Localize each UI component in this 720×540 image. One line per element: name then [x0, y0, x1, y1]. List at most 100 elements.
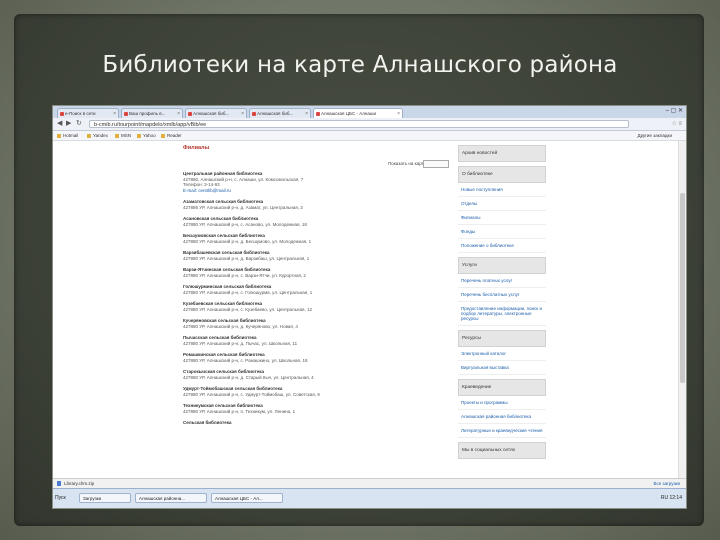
tab-3[interactable]: Алнашская биб... ×: [185, 108, 247, 118]
map-label: Показать на карте: [388, 161, 427, 166]
tab-label: e-Поиск в сети: [65, 111, 96, 116]
library-entry: Центральная районная библиотека 427880, …: [183, 171, 453, 193]
slide-title: Библиотеки на карте Алнашского района: [102, 52, 618, 78]
browser-window: e-Поиск в сети × Ваш профиль в... × Алнашс…: [52, 105, 687, 509]
bookmark-item[interactable]: Yandex: [87, 132, 108, 139]
library-entry: Асановская сельская библиотека 427880 УР,…: [183, 216, 453, 227]
library-entry: Варзи-Ятчинская сельская библиотека 42788…: [183, 267, 453, 278]
bookmark-item[interactable]: MSN: [115, 132, 131, 139]
sidebar-link[interactable]: Виртуальная выставка: [458, 361, 546, 375]
library-address: 427880 УР, Алнашский р-н, с. Удмурт-Тойм…: [183, 391, 320, 397]
map-select[interactable]: [423, 160, 449, 168]
tab-2[interactable]: Ваш профиль в... ×: [121, 108, 183, 118]
sidebar-link[interactable]: Литературные и краеведческие чтения: [458, 424, 546, 438]
library-entry: Сельская библиотека: [183, 420, 453, 426]
sidebar-heading: Ресурсы: [458, 330, 546, 347]
library-entry: Бесшумовская сельская библиотека 427880 У…: [183, 233, 453, 244]
sidebar-link[interactable]: Филиалы: [458, 211, 546, 225]
close-icon[interactable]: ×: [397, 109, 400, 118]
sidebar-block-local-history: Краеведение Проекты и программы Алнашска…: [458, 379, 546, 438]
sidebar-block-news: Архив новостей: [458, 145, 546, 162]
sidebar-link[interactable]: Перечень бесплатных услуг: [458, 288, 546, 302]
sidebar-link[interactable]: Предоставление информации, поиск и подбо…: [458, 302, 546, 326]
taskbar-item[interactable]: Алнашская ЦБС - Ал...: [211, 493, 283, 503]
address-bar[interactable]: b-cmib.ru/tourpoint/mapdelo/xmlb/app/vBi…: [89, 120, 629, 128]
sidebar-block-resources: Ресурсы Электронный каталог Виртуальная …: [458, 330, 546, 375]
bookmark-item[interactable]: Hotmail: [57, 132, 78, 139]
bookmark-item[interactable]: Yahoo: [137, 132, 156, 139]
sidebar-link[interactable]: Алнашская районная библиотека: [458, 410, 546, 424]
library-address: 427880 УР, Алнашский р-н, д. Бесшумово, …: [183, 238, 312, 244]
tab-5-active[interactable]: Алнашская ЦБС - Алнаши ×: [313, 108, 403, 118]
sidebar: Архив новостей О библиотеке Новые поступ…: [458, 145, 546, 463]
library-address: 427880 УР, Алнашский р-н, с. Варзи-Ятчи,…: [183, 272, 306, 278]
taskbar-item[interactable]: Алнашская районна...: [135, 493, 207, 503]
sidebar-link[interactable]: Перечень платных услуг: [458, 274, 546, 288]
library-entry: Техникумская сельская библиотека 427880 У…: [183, 403, 453, 414]
start-button[interactable]: Пуск: [55, 493, 66, 503]
system-tray: RU 12:14: [660, 495, 682, 501]
library-address: 427880 УР, Алнашский р-н, д. Кучеряново,…: [183, 323, 298, 329]
favicon-icon: [124, 112, 128, 116]
sidebar-link[interactable]: Фонды: [458, 225, 546, 239]
sidebar-link[interactable]: Новые поступления: [458, 183, 546, 197]
close-icon[interactable]: ×: [241, 109, 244, 118]
tab-label: Ваш профиль в...: [129, 111, 166, 116]
library-address: 427880 УР, Алнашский р-н, д. Варзибаш, у…: [183, 255, 310, 261]
bookmark-item[interactable]: Reader: [161, 132, 182, 139]
tab-1[interactable]: e-Поиск в сети ×: [57, 108, 119, 118]
library-email[interactable]: E-mail: centrlib@mail.ru: [183, 188, 453, 194]
sidebar-block-services: Услуги Перечень платных услуг Перечень б…: [458, 257, 546, 326]
tab-label: Алнашская биб...: [193, 111, 230, 116]
download-item[interactable]: Library.chm.zip: [57, 480, 94, 487]
all-downloads-link[interactable]: Все загрузки: [654, 480, 680, 487]
sidebar-heading: Краеведение: [458, 379, 546, 396]
favicon-icon: [252, 112, 256, 116]
taskbar-item[interactable]: Загрузки: [79, 493, 131, 503]
library-address: 427880 УР, Алнашский р-н, с. Ромашкино, …: [183, 357, 308, 363]
sidebar-heading: Услуги: [458, 257, 546, 274]
favicon-icon: [316, 112, 320, 116]
close-icon[interactable]: ×: [113, 109, 116, 118]
page-content: Филиалы Показать на карте Центральная ра…: [53, 141, 679, 478]
sidebar-heading: Мы в социальных сетях: [458, 442, 546, 459]
other-bookmarks[interactable]: Другие закладки: [638, 132, 672, 139]
nav-bar: ◀ ▶ ↻ b-cmib.ru/tourpoint/mapdelo/xmlb/a…: [53, 118, 686, 131]
library-address: 427880 УР, Алнашский р-н, с. Голюшурма, …: [183, 289, 313, 295]
sidebar-link[interactable]: Положение о библиотеке: [458, 239, 546, 253]
library-name[interactable]: Сельская библиотека: [183, 420, 453, 426]
sidebar-block-social: Мы в социальных сетях: [458, 442, 546, 459]
close-icon[interactable]: ×: [177, 109, 180, 118]
forward-icon[interactable]: ▶: [66, 120, 71, 128]
library-address: 427880 УР, Алнашский р-н, с. Асаново, ул…: [183, 221, 307, 227]
window-controls[interactable]: ‒ ▢ ✕: [666, 107, 683, 114]
library-entry: Варзибашевская сельская библиотека 427880…: [183, 250, 453, 261]
library-entry: Кучеряновская сельская библиотека 427880 …: [183, 318, 453, 329]
favicon-icon: [188, 112, 192, 116]
map-control: Показать на карте: [183, 160, 453, 171]
scrollbar-thumb[interactable]: [680, 193, 685, 383]
sidebar-block-about: О библиотеке Новые поступления Отделы Фи…: [458, 166, 546, 253]
favicon-icon: [60, 112, 64, 116]
sidebar-link[interactable]: Отделы: [458, 197, 546, 211]
sidebar-link[interactable]: Электронный каталог: [458, 347, 546, 361]
library-address: 427880 УР, Алнашский р-н, с. Кузебаево, …: [183, 306, 312, 312]
back-icon[interactable]: ◀: [57, 120, 62, 128]
tab-4[interactable]: Алнашская биб... ×: [249, 108, 311, 118]
menu-icon[interactable]: ☆ ≡: [671, 120, 682, 127]
library-entry: Ромашкинская сельская библиотека 427880 У…: [183, 352, 453, 363]
taskbar: Пуск Загрузки Алнашская районна... Алнаш…: [53, 488, 686, 508]
library-address: 427880 УР, Алнашский р-н, п. Техникум, у…: [183, 408, 296, 414]
library-entry: Голюшурминская сельская библиотека 427880…: [183, 284, 453, 295]
tab-label: Алнашская ЦБС - Алнаши: [321, 111, 376, 116]
library-address: 427880 УР, Алнашский р-н, д. Старый Кыч,…: [183, 374, 314, 380]
reload-icon[interactable]: ↻: [76, 120, 82, 128]
tab-label: Алнашская биб...: [257, 111, 294, 116]
sidebar-heading[interactable]: Архив новостей: [458, 145, 546, 162]
bookmarks-bar: Hotmail Yandex MSN Yahoo Reader Другие з…: [53, 131, 686, 141]
vertical-scrollbar[interactable]: [678, 141, 686, 478]
library-entry: Азаматовская сельская библиотека 427886 У…: [183, 199, 453, 210]
download-bar: Library.chm.zip Все загрузки: [53, 478, 686, 488]
close-icon[interactable]: ×: [305, 109, 308, 118]
sidebar-link[interactable]: Проекты и программы: [458, 396, 546, 410]
